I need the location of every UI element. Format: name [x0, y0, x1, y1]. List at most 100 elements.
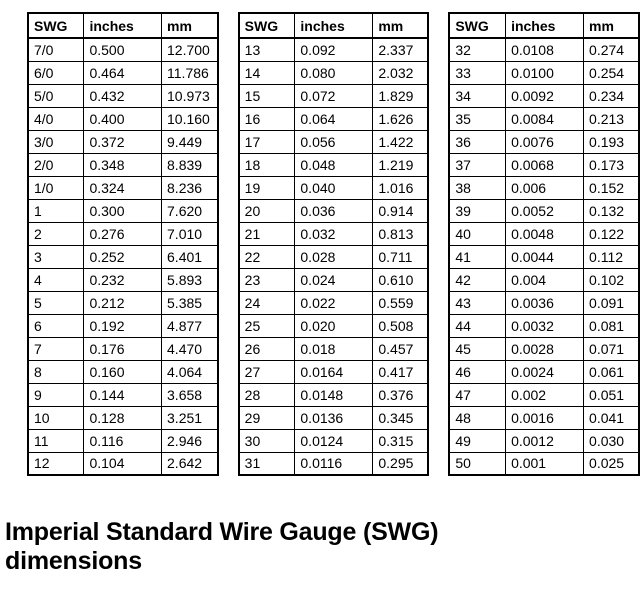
swg-table-3: SWG inches mm 32 0.0108 0.274 33 0.0100 0.254 34 0…	[448, 12, 640, 476]
table-row: 6 0.192 4.877	[27, 313, 219, 338]
table-row: 31 0.0116 0.295	[238, 451, 429, 476]
column-header-mm: mm	[161, 12, 219, 39]
cell-swg: 41	[448, 244, 507, 269]
cell-swg: 21	[238, 221, 296, 246]
table-row: 40 0.0048 0.122	[448, 221, 640, 246]
cell-swg: 29	[238, 405, 296, 430]
cell-swg: 16	[238, 106, 296, 131]
cell-swg: 3/0	[27, 129, 85, 154]
cell-mm: 0.376	[372, 382, 429, 407]
table-row: 44 0.0032 0.081	[448, 313, 640, 338]
cell-mm: 4.064	[161, 359, 219, 384]
cell-mm: 10.160	[161, 106, 219, 131]
table-row: 18 0.048 1.219	[238, 152, 429, 177]
column-header-swg: SWG	[27, 12, 85, 39]
cell-inches: 0.028	[294, 244, 374, 269]
cell-inches: 0.0108	[505, 37, 585, 62]
cell-swg: 5	[27, 290, 85, 315]
cell-inches: 0.276	[83, 221, 163, 246]
table-row: 2 0.276 7.010	[27, 221, 219, 246]
cell-mm: 0.173	[583, 152, 640, 177]
cell-swg: 43	[448, 290, 507, 315]
cell-mm: 0.711	[372, 244, 429, 269]
cell-mm: 1.016	[372, 175, 429, 200]
table-row: 4 0.232 5.893	[27, 267, 219, 292]
cell-inches: 0.064	[294, 106, 374, 131]
cell-swg: 50	[448, 451, 507, 476]
table-row: 37 0.0068 0.173	[448, 152, 640, 177]
table-row: 30 0.0124 0.315	[238, 428, 429, 453]
cell-mm: 1.829	[372, 83, 429, 108]
cell-mm: 0.112	[583, 244, 640, 269]
cell-swg: 4	[27, 267, 85, 292]
table-row: 4/0 0.400 10.160	[27, 106, 219, 131]
cell-inches: 0.0032	[505, 313, 585, 338]
cell-inches: 0.0068	[505, 152, 585, 177]
cell-mm: 1.626	[372, 106, 429, 131]
table-row: 16 0.064 1.626	[238, 106, 429, 131]
cell-inches: 0.212	[83, 290, 163, 315]
cell-inches: 0.001	[505, 451, 585, 476]
cell-inches: 0.160	[83, 359, 163, 384]
cell-mm: 0.295	[372, 451, 429, 476]
cell-swg: 11	[27, 428, 85, 453]
cell-inches: 0.252	[83, 244, 163, 269]
table-row: 24 0.022 0.559	[238, 290, 429, 315]
cell-mm: 4.470	[161, 336, 219, 361]
cell-inches: 0.232	[83, 267, 163, 292]
cell-inches: 0.036	[294, 198, 374, 223]
cell-mm: 0.102	[583, 267, 640, 292]
table-row: 27 0.0164 0.417	[238, 359, 429, 384]
cell-mm: 8.236	[161, 175, 219, 200]
cell-inches: 0.464	[83, 60, 163, 85]
cell-inches: 0.400	[83, 106, 163, 131]
cell-mm: 0.457	[372, 336, 429, 361]
cell-swg: 12	[27, 451, 85, 476]
table-row: 8 0.160 4.064	[27, 359, 219, 384]
cell-inches: 0.0164	[294, 359, 374, 384]
cell-swg: 7/0	[27, 37, 85, 62]
table-row: 23 0.024 0.610	[238, 267, 429, 292]
cell-swg: 1	[27, 198, 85, 223]
table-row: 3/0 0.372 9.449	[27, 129, 219, 154]
cell-mm: 0.417	[372, 359, 429, 384]
table-row: 36 0.0076 0.193	[448, 129, 640, 154]
table-row: 7/0 0.500 12.700	[27, 37, 219, 62]
cell-mm: 0.559	[372, 290, 429, 315]
cell-mm: 0.122	[583, 221, 640, 246]
cell-mm: 0.813	[372, 221, 429, 246]
cell-mm: 9.449	[161, 129, 219, 154]
cell-mm: 7.620	[161, 198, 219, 223]
cell-mm: 5.893	[161, 267, 219, 292]
column-header-inches: inches	[294, 12, 374, 39]
table-row: 15 0.072 1.829	[238, 83, 429, 108]
table-row: 6/0 0.464 11.786	[27, 60, 219, 85]
cell-inches: 0.0044	[505, 244, 585, 269]
cell-mm: 0.914	[372, 198, 429, 223]
cell-mm: 0.610	[372, 267, 429, 292]
cell-swg: 38	[448, 175, 507, 200]
cell-swg: 19	[238, 175, 296, 200]
cell-inches: 0.0016	[505, 405, 585, 430]
cell-inches: 0.0124	[294, 428, 374, 453]
cell-mm: 5.385	[161, 290, 219, 315]
table-row: 9 0.144 3.658	[27, 382, 219, 407]
table-row: 22 0.028 0.711	[238, 244, 429, 269]
table-row: 2/0 0.348 8.839	[27, 152, 219, 177]
cell-swg: 17	[238, 129, 296, 154]
column-header-swg: SWG	[238, 12, 296, 39]
cell-mm: 0.193	[583, 129, 640, 154]
cell-inches: 0.300	[83, 198, 163, 223]
cell-inches: 0.006	[505, 175, 585, 200]
cell-mm: 2.032	[372, 60, 429, 85]
cell-inches: 0.020	[294, 313, 374, 338]
cell-inches: 0.116	[83, 428, 163, 453]
cell-swg: 34	[448, 83, 507, 108]
cell-inches: 0.0116	[294, 451, 374, 476]
cell-inches: 0.018	[294, 336, 374, 361]
cell-mm: 3.658	[161, 382, 219, 407]
cell-inches: 0.080	[294, 60, 374, 85]
cell-inches: 0.0012	[505, 428, 585, 453]
cell-mm: 2.337	[372, 37, 429, 62]
cell-inches: 0.0028	[505, 336, 585, 361]
